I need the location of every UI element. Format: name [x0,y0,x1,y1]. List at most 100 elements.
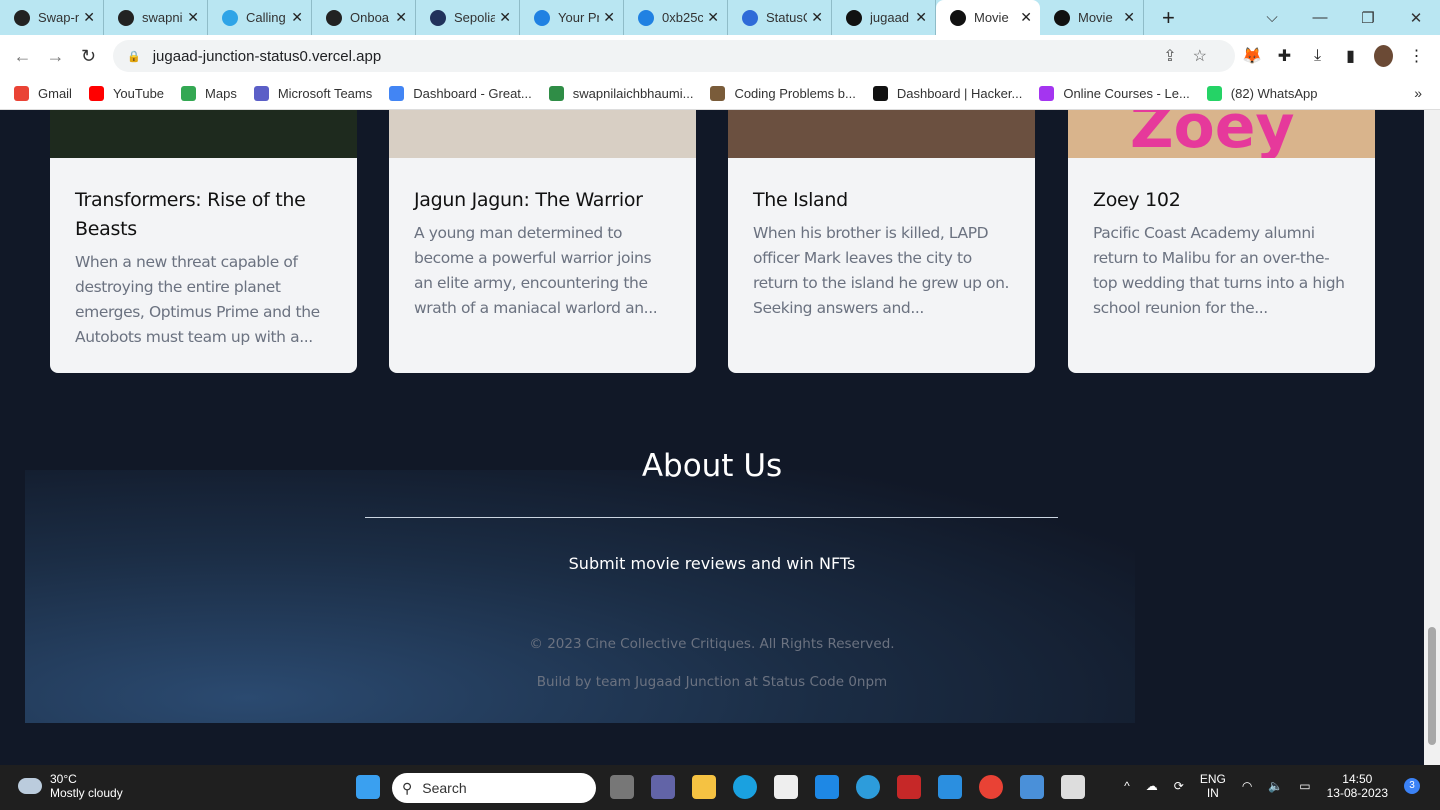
browser-tab[interactable]: Swap-n ✕ [0,0,104,35]
start-icon[interactable] [356,775,380,799]
help-icon[interactable] [856,775,880,799]
browser-tab[interactable]: Sepolia ✕ [416,0,520,35]
about-heading: About Us [641,448,783,484]
browser-tab[interactable]: Your Pr ✕ [520,0,624,35]
taskbar-search[interactable]: ⚲ Search [392,773,596,803]
profile-avatar[interactable] [1374,45,1393,67]
bookmark-favicon-icon [872,85,888,101]
close-window-button[interactable]: ✕ [1392,9,1440,27]
page-scrollbar[interactable] [1424,110,1440,765]
clock[interactable]: 14:50 13-08-2023 [1327,772,1388,800]
snipping-tool-icon[interactable] [1061,775,1085,799]
sync-icon[interactable]: ⟳ [1174,779,1184,793]
wifi-icon[interactable]: ◠ [1242,779,1252,793]
close-tab-icon[interactable]: ✕ [603,9,615,26]
bookmark-item[interactable]: Maps [181,85,237,101]
file-explorer-icon[interactable] [692,775,716,799]
close-tab-icon[interactable]: ✕ [811,9,823,26]
browser-tab[interactable]: Movie ✕ [936,0,1040,35]
bookmark-item[interactable]: Microsoft Teams [253,85,372,101]
close-tab-icon[interactable]: ✕ [395,9,407,26]
notification-badge[interactable]: 3 [1404,778,1420,794]
close-tab-icon[interactable]: ✕ [1123,9,1135,26]
url-text[interactable]: jugaad-junction-status0.vercel.app [153,48,381,65]
bookmark-item[interactable]: YouTube [88,85,164,101]
address-bar[interactable]: 🔒 jugaad-junction-status0.vercel.app ⇪☆ [113,40,1235,72]
movie-poster[interactable]: Zoey [1068,110,1375,158]
browser-tab[interactable]: jugaad ✕ [832,0,936,35]
show-hidden-icons[interactable]: ^ [1124,779,1130,793]
movie-card[interactable]: Zoey Zoey 102 Pacific Coast Academy alumni… [1068,110,1375,373]
movie-title[interactable]: Zoey 102 [1093,186,1350,215]
bookmark-item[interactable]: Dashboard - Great... [389,85,532,101]
volume-icon[interactable]: 🔈 [1268,779,1283,793]
close-tab-icon[interactable]: ✕ [291,9,303,26]
edge-icon[interactable] [733,775,757,799]
tab-title: 0xb25c [662,10,704,25]
bookmark-item[interactable]: (82) WhatsApp [1206,85,1318,101]
teams-icon[interactable] [651,775,675,799]
extensions-icon[interactable]: ✚ [1275,46,1294,66]
close-tab-icon[interactable]: ✕ [915,9,927,26]
bookmark-item[interactable]: swapnilaichbhaumi... [548,85,693,101]
movie-card[interactable]: Jagun Jagun: The Warrior A young man dete… [389,110,696,373]
page-content: Transformers: Rise of the Beasts When a n… [0,110,1424,765]
new-tab-button[interactable]: + [1162,5,1175,31]
movie-description: Pacific Coast Academy alumni return to M… [1093,224,1345,317]
search-label: Search [422,780,467,796]
chrome-icon[interactable] [979,775,1003,799]
browser-tab[interactable]: Onboa ✕ [312,0,416,35]
more-bookmarks-button[interactable]: » [1414,85,1422,101]
mcafee-icon[interactable] [897,775,921,799]
menu-icon[interactable]: ⋮ [1407,46,1426,66]
taskbar-apps [610,775,1102,799]
close-tab-icon[interactable]: ✕ [499,9,511,26]
share-icon[interactable]: ⇪ [1163,48,1192,65]
bookmark-star-icon[interactable]: ☆ [1193,48,1223,65]
browser-tab[interactable]: Calling ✕ [208,0,312,35]
back-icon[interactable]: ← [6,46,39,67]
tab-search-icon[interactable]: ⌵ [1248,9,1296,26]
movie-title[interactable]: The Island [753,186,1010,215]
bookmark-favicon-icon [710,85,726,101]
browser-tab[interactable]: Movie ✕ [1040,0,1144,35]
myapp-icon[interactable] [815,775,839,799]
battery-icon[interactable]: ▭ [1299,779,1310,793]
auth0-icon [326,9,342,26]
language-indicator[interactable]: ENG IN [1200,772,1226,800]
task-view-icon[interactable] [610,775,634,799]
bookmark-label: (82) WhatsApp [1230,85,1318,101]
vscode-icon[interactable] [938,775,962,799]
movie-title[interactable]: Transformers: Rise of the Beasts [75,186,332,244]
tab-title: StatusC [766,10,807,25]
movie-poster[interactable] [728,110,1035,158]
restore-button[interactable]: ❐ [1344,9,1392,27]
reload-icon[interactable]: ↻ [72,46,105,67]
browser-tab[interactable]: swapni ✕ [104,0,208,35]
close-tab-icon[interactable]: ✕ [1020,9,1032,26]
store-icon[interactable] [774,775,798,799]
bookmark-item[interactable]: Dashboard | Hacker... [872,85,1022,101]
close-tab-icon[interactable]: ✕ [187,9,199,26]
notepad-icon[interactable] [1020,775,1044,799]
bookmark-item[interactable]: Online Courses - Le... [1039,85,1190,101]
movie-card[interactable]: Transformers: Rise of the Beasts When a n… [50,110,357,373]
weather-widget[interactable]: 30°C Mostly cloudy [18,772,123,800]
movie-card[interactable]: The Island When his brother is killed, LA… [728,110,1035,373]
side-panel-icon[interactable]: ▮ [1341,46,1360,66]
movie-poster[interactable] [50,110,357,158]
bookmark-item[interactable]: Gmail [14,85,72,101]
browser-tab[interactable]: StatusC ✕ [728,0,832,35]
close-tab-icon[interactable]: ✕ [83,9,95,26]
metamask-icon[interactable]: 🦊 [1242,46,1262,66]
onedrive-icon[interactable]: ☁ [1146,779,1158,793]
movie-poster[interactable] [389,110,696,158]
scrollbar-thumb[interactable] [1428,627,1436,745]
bookmark-item[interactable]: Coding Problems b... [710,85,856,101]
download-icon[interactable]: ⤓ [1308,47,1327,65]
close-tab-icon[interactable]: ✕ [707,9,719,26]
browser-tab[interactable]: 0xb25c ✕ [624,0,728,35]
minimize-button[interactable]: — [1296,9,1344,26]
movie-title[interactable]: Jagun Jagun: The Warrior [414,186,671,215]
forward-icon[interactable]: → [39,46,72,67]
